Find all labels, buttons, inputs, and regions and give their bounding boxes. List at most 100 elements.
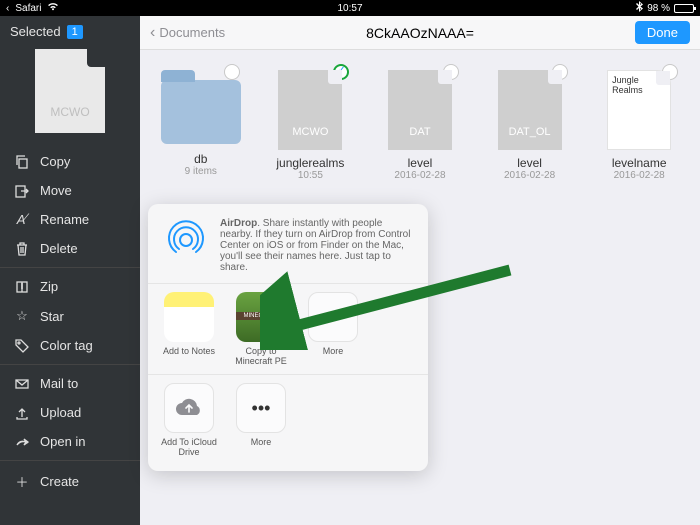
menu-label: Color tag: [40, 338, 93, 353]
doc-ext: DAT_OL: [509, 126, 551, 138]
airdrop-icon: [164, 218, 208, 262]
zip-icon: [14, 280, 30, 294]
menu-mail-to[interactable]: Mail to: [0, 369, 140, 398]
file-item[interactable]: MCWO junglerealms 10:55: [260, 64, 362, 181]
doc-text: Jungle Realms: [612, 75, 666, 95]
selection-header: Selected 1: [0, 16, 140, 45]
file-item[interactable]: Jungle Realms levelname 2016-02-28: [588, 64, 690, 181]
chevron-left-icon: ‹: [150, 24, 155, 42]
wifi-icon: [47, 2, 59, 14]
bluetooth-icon: [636, 1, 643, 15]
notes-icon: [164, 292, 214, 342]
doc-ext: DAT: [409, 126, 430, 138]
plus-icon: ＋: [14, 472, 30, 491]
selected-count-badge: 1: [67, 25, 83, 39]
icloud-icon: [164, 383, 214, 433]
file-name: level: [479, 156, 581, 170]
menu-label: Move: [40, 183, 72, 198]
menu-label: Mail to: [40, 376, 78, 391]
nav-bar: ‹ Documents 8CkAAOzNAAA= Done: [140, 16, 700, 50]
file-name: level: [369, 156, 471, 170]
share-label: More: [304, 346, 362, 356]
open-in-icon: [14, 435, 30, 449]
done-button[interactable]: Done: [635, 21, 690, 44]
star-icon: ☆: [14, 308, 30, 324]
copy-icon: [14, 155, 30, 169]
share-row-apps: Add to Notes Copy to Minecraft PE ••• Mo…: [148, 283, 428, 374]
thumb-label: MCWO: [50, 105, 89, 119]
menu-label: Open in: [40, 434, 86, 449]
back-chevron-icon: ‹: [6, 3, 9, 14]
trash-icon: [14, 242, 30, 256]
sidebar: Selected 1 MCWO Copy Move A⁄ Rename Delet…: [0, 16, 140, 525]
file-name: junglerealms: [260, 156, 362, 170]
airdrop-text: AirDrop. Share instantly with people nea…: [220, 218, 412, 273]
document-icon: Jungle Realms: [607, 70, 671, 150]
file-grid: db 9 items MCWO junglerealms 10:55 DAT l…: [140, 50, 700, 181]
battery-pct: 98 %: [647, 3, 670, 14]
select-circle[interactable]: [224, 64, 240, 80]
file-name: levelname: [588, 156, 690, 170]
file-name: db: [150, 152, 252, 166]
selected-file-thumbnail: MCWO: [35, 49, 105, 133]
menu-star[interactable]: ☆ Star: [0, 301, 140, 331]
share-add-to-icloud[interactable]: Add To iCloud Drive: [160, 383, 218, 457]
menu-upload[interactable]: Upload: [0, 398, 140, 427]
share-add-to-notes[interactable]: Add to Notes: [160, 292, 218, 366]
upload-icon: [14, 406, 30, 420]
document-icon: DAT: [388, 70, 452, 150]
menu-copy[interactable]: Copy: [0, 147, 140, 176]
menu-label: Zip: [40, 279, 58, 294]
airdrop-title: AirDrop: [220, 218, 257, 229]
airdrop-section[interactable]: AirDrop. Share instantly with people nea…: [148, 204, 428, 283]
share-sheet: AirDrop. Share instantly with people nea…: [148, 204, 428, 471]
menu-color-tag[interactable]: Color tag: [0, 331, 140, 360]
menu-delete[interactable]: Delete: [0, 234, 140, 263]
share-more-apps[interactable]: ••• More: [304, 292, 362, 366]
statusbar-app: Safari: [15, 3, 41, 14]
menu-label: Star: [40, 309, 64, 324]
more-icon: •••: [308, 292, 358, 342]
file-item[interactable]: DAT level 2016-02-28: [369, 64, 471, 181]
mail-icon: [14, 377, 30, 391]
menu-label: Delete: [40, 241, 78, 256]
share-label: Add to Notes: [160, 346, 218, 356]
battery-icon: [674, 4, 694, 13]
selected-label: Selected: [10, 24, 61, 39]
tag-icon: [14, 339, 30, 353]
share-copy-to-minecraft[interactable]: Copy to Minecraft PE: [232, 292, 290, 366]
menu-create[interactable]: ＋ Create: [0, 465, 140, 498]
menu-zip[interactable]: Zip: [0, 272, 140, 301]
share-label: More: [232, 437, 290, 447]
file-meta: 10:55: [260, 170, 362, 181]
file-meta: 9 items: [150, 166, 252, 177]
doc-ext: MCWO: [292, 126, 328, 138]
share-label: Copy to Minecraft PE: [232, 346, 290, 366]
share-more-actions[interactable]: ••• More: [232, 383, 290, 457]
file-meta: 2016-02-28: [479, 170, 581, 181]
back-label: Documents: [159, 25, 225, 40]
menu-label: Rename: [40, 212, 89, 227]
minecraft-icon: [236, 292, 286, 342]
menu-rename[interactable]: A⁄ Rename: [0, 205, 140, 234]
menu-label: Copy: [40, 154, 70, 169]
status-bar: ‹ Safari 10:57 98 %: [0, 0, 700, 16]
folder-icon: [161, 80, 241, 144]
file-item-folder[interactable]: db 9 items: [150, 64, 252, 181]
back-button[interactable]: ‹ Documents: [150, 24, 225, 42]
menu-open-in[interactable]: Open in: [0, 427, 140, 456]
more-icon: •••: [236, 383, 286, 433]
menu-move[interactable]: Move: [0, 176, 140, 205]
action-menu: Copy Move A⁄ Rename Delete Zip ☆ Star Colo…: [0, 147, 140, 498]
menu-label: Create: [40, 474, 79, 489]
page-title: 8CkAAOzNAAA=: [366, 25, 474, 41]
file-meta: 2016-02-28: [588, 170, 690, 181]
file-item[interactable]: DAT_OL level 2016-02-28: [479, 64, 581, 181]
share-label: Add To iCloud Drive: [160, 437, 218, 457]
document-icon: DAT_OL: [498, 70, 562, 150]
document-icon: MCWO: [278, 70, 342, 150]
share-row-actions: Add To iCloud Drive ••• More: [148, 374, 428, 465]
menu-label: Upload: [40, 405, 81, 420]
rename-icon: A⁄: [14, 212, 30, 227]
file-meta: 2016-02-28: [369, 170, 471, 181]
